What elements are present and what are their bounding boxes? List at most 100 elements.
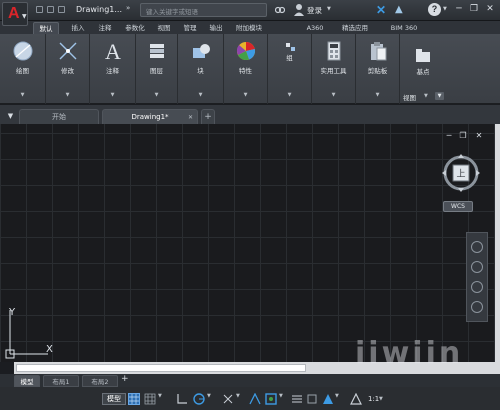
- viewcube[interactable]: 上: [441, 153, 481, 193]
- tab-addins[interactable]: 附加模块: [230, 22, 268, 34]
- file-tab-start[interactable]: 开始: [19, 109, 99, 124]
- restore-viewport-icon[interactable]: ❐: [458, 131, 468, 140]
- ribbon-group-utilities[interactable]: 实用工具 ▼: [312, 34, 356, 104]
- chevron-down-icon[interactable]: ▼: [0, 92, 45, 98]
- annotation-autoscale-icon[interactable]: [350, 393, 362, 405]
- object-snap-icon[interactable]: [265, 393, 277, 405]
- lineweight-icon[interactable]: [291, 393, 303, 405]
- chevron-down-icon[interactable]: ▼: [424, 93, 428, 99]
- file-tab-menu-icon[interactable]: ▼: [4, 109, 17, 124]
- chevron-down-icon[interactable]: ▼: [90, 92, 135, 98]
- ribbon-group-label: 实用工具: [320, 67, 347, 75]
- restore-icon[interactable]: ❐: [467, 2, 481, 16]
- chevron-down-icon[interactable]: ▼: [356, 92, 399, 98]
- ribbon-group-draw[interactable]: 绘图 ▼: [0, 34, 46, 104]
- login-label[interactable]: 登录: [307, 5, 322, 16]
- drawing-canvas[interactable]: [0, 124, 495, 362]
- tab-output[interactable]: 输出: [204, 22, 228, 34]
- chevron-down-icon[interactable]: ▼: [178, 92, 223, 98]
- scrollbar-thumb[interactable]: [16, 364, 306, 372]
- close-icon[interactable]: ✕: [483, 2, 497, 16]
- chevron-down-icon[interactable]: ▼: [279, 393, 291, 405]
- annotation-visibility-icon[interactable]: [322, 393, 334, 405]
- modify-move-icon: [59, 42, 76, 60]
- chevron-down-icon[interactable]: ▼: [327, 6, 331, 12]
- viewcube-face-label[interactable]: 上: [456, 169, 465, 180]
- annotation-scale[interactable]: 1:1: [368, 395, 379, 403]
- ribbon-panel: 绘图 ▼ 修改 ▼ A 注释 ▼ 图层 ▼ 块 ▼ 特性 ▼ 组 ▼ 实用工具 …: [0, 34, 500, 104]
- title-chevron-icon[interactable]: »: [126, 4, 130, 12]
- chevron-down-icon[interactable]: ▼: [335, 393, 347, 405]
- tab-view[interactable]: 视图: [152, 22, 176, 34]
- chevron-down-icon[interactable]: ▼: [312, 92, 355, 98]
- document-title: Drawing1...: [76, 5, 122, 14]
- snap-icon[interactable]: [144, 393, 156, 405]
- minimize-icon[interactable]: ─: [452, 2, 466, 16]
- a360-triangle-icon[interactable]: ▲: [395, 4, 403, 15]
- ribbon-group-label: 绘图: [16, 67, 29, 75]
- grid-icon[interactable]: [128, 393, 140, 405]
- exchange-x-icon[interactable]: ✕: [376, 3, 386, 17]
- chevron-down-icon[interactable]: ▼: [236, 393, 248, 405]
- tab-manage[interactable]: 管理: [178, 22, 202, 34]
- chevron-down-icon[interactable]: ▼: [379, 396, 383, 402]
- ribbon-group-groups[interactable]: 组 ▼: [268, 34, 312, 104]
- navigation-bar: [466, 232, 488, 322]
- tab-bim360[interactable]: BIM 360: [386, 22, 422, 34]
- file-tab-drawing1[interactable]: Drawing1* ✕: [102, 109, 198, 124]
- tab-model[interactable]: 模型: [14, 375, 40, 387]
- save-icon[interactable]: [58, 6, 65, 13]
- ribbon-group-modify[interactable]: 修改 ▼: [46, 34, 90, 104]
- ribbon-group-label: 特性: [239, 67, 252, 75]
- add-layout-button[interactable]: +: [121, 374, 129, 384]
- binoculars-icon[interactable]: [275, 4, 285, 14]
- ribbon-view-label[interactable]: 视图: [403, 92, 416, 102]
- ribbon-group-annotation[interactable]: A 注释 ▼: [90, 34, 136, 104]
- close-viewport-icon[interactable]: ✕: [474, 131, 484, 140]
- ortho-icon[interactable]: [176, 393, 188, 405]
- full-navigation-wheel-icon[interactable]: [471, 241, 483, 253]
- model-space-button[interactable]: 模型: [102, 393, 126, 405]
- chevron-down-icon[interactable]: ▼: [268, 92, 311, 98]
- user-icon[interactable]: [293, 3, 305, 16]
- open-file-icon[interactable]: [47, 6, 54, 13]
- tab-a360[interactable]: A360: [303, 22, 327, 34]
- ribbon-group-properties[interactable]: 特性 ▼: [224, 34, 268, 104]
- zoom-icon[interactable]: [471, 281, 483, 293]
- layout-tab-bar: 模型 布局1 布局2 +: [0, 374, 500, 387]
- transparency-icon[interactable]: [306, 393, 318, 405]
- tab-layout2[interactable]: 布局2: [82, 375, 118, 387]
- object-snap-tracking-icon[interactable]: [249, 393, 261, 405]
- polar-tracking-icon[interactable]: [193, 393, 205, 405]
- tab-annotate[interactable]: 注释: [93, 22, 117, 34]
- isodraft-icon[interactable]: [222, 393, 234, 405]
- panel-expand-icon[interactable]: ▼: [435, 92, 444, 100]
- search-input[interactable]: 键入关键字或短语: [140, 3, 267, 17]
- chevron-down-icon[interactable]: ▼: [224, 92, 267, 98]
- ribbon-group-label: 图层: [150, 67, 163, 75]
- ucs-y-label: Y: [8, 307, 16, 318]
- chevron-down-icon[interactable]: ▼: [136, 92, 177, 98]
- chevron-down-icon[interactable]: ▼: [158, 393, 170, 405]
- tab-home[interactable]: 默认: [33, 22, 59, 34]
- chevron-down-icon[interactable]: ▼: [207, 393, 219, 405]
- chevron-down-icon[interactable]: ▼: [46, 92, 89, 98]
- tab-layout1[interactable]: 布局1: [43, 375, 79, 387]
- tab-parametric[interactable]: 参数化: [120, 22, 150, 34]
- close-icon[interactable]: ✕: [188, 110, 193, 125]
- application-menu-button[interactable]: A ▼: [2, 2, 28, 26]
- chevron-down-icon[interactable]: ▼: [443, 6, 447, 12]
- ribbon-group-block[interactable]: 块 ▼: [178, 34, 224, 104]
- ribbon-group-layers[interactable]: 图层 ▼: [136, 34, 178, 104]
- wcs-menu[interactable]: WCS: [443, 201, 473, 212]
- minimize-viewport-icon[interactable]: ─: [444, 131, 454, 140]
- tab-featured-apps[interactable]: 精选应用: [336, 22, 374, 34]
- tab-insert[interactable]: 插入: [66, 22, 90, 34]
- help-icon[interactable]: ?: [428, 3, 441, 16]
- new-file-icon[interactable]: [36, 6, 43, 13]
- ribbon-group-clipboard[interactable]: 剪贴板 ▼: [356, 34, 400, 104]
- orbit-icon[interactable]: [471, 301, 483, 313]
- new-tab-button[interactable]: +: [201, 109, 215, 124]
- pan-icon[interactable]: [471, 261, 483, 273]
- vertical-scrollbar[interactable]: [495, 124, 500, 362]
